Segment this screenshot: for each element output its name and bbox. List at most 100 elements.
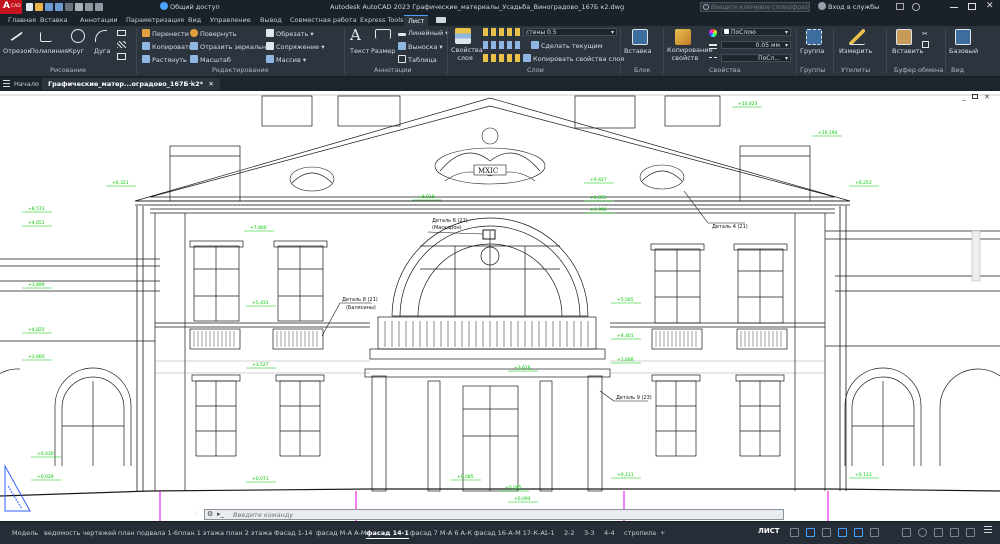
grid-icon[interactable]	[790, 528, 799, 537]
customize-menu-icon[interactable]	[984, 526, 992, 535]
share-button[interactable]: Общий доступ	[160, 2, 220, 12]
isolate-icon[interactable]	[934, 528, 943, 537]
layout-tab-8[interactable]: фасад 7 М-А 6 А-К	[410, 527, 472, 539]
ribbon-tab-6[interactable]: Вывод	[256, 15, 286, 26]
layout-tab-3[interactable]: план 1 этажа	[178, 527, 224, 539]
measure-icon[interactable]	[849, 29, 865, 45]
app-logo[interactable]: A CAD	[0, 0, 22, 14]
draw-panel-title[interactable]: Рисование	[50, 66, 86, 74]
group-label[interactable]: Группа	[800, 47, 824, 55]
command-input[interactable]	[233, 510, 773, 519]
clipboard-panel-title[interactable]: Буфер обмена	[894, 66, 943, 74]
match-layer-button[interactable]: Копировать свойства слоя	[523, 54, 624, 63]
redo-icon[interactable]	[95, 3, 103, 11]
polar-icon[interactable]	[838, 528, 847, 537]
help-icon[interactable]	[912, 3, 920, 11]
layer-properties-label[interactable]: Свойства слоя	[451, 46, 483, 62]
modify-panel-title[interactable]: Редактирование	[212, 66, 269, 74]
stretch-button[interactable]: Растянуть	[142, 55, 187, 64]
circle-tool-icon[interactable]	[71, 29, 85, 43]
polyline-tool-icon[interactable]	[40, 32, 52, 42]
leader-button[interactable]: Выноска ▾	[398, 42, 443, 51]
base-view-label[interactable]: Базовый	[949, 47, 978, 55]
layers-panel-title[interactable]: Слои	[527, 66, 544, 74]
layout-tab-0[interactable]: Модель	[12, 527, 38, 539]
signin-button[interactable]: Вход в службы	[818, 2, 879, 11]
arc-tool-label[interactable]: Дуга	[94, 47, 110, 55]
move-button[interactable]: Перенести	[142, 29, 189, 38]
groups-panel-title[interactable]: Группы	[800, 66, 826, 74]
text-tool-icon[interactable]: A	[350, 26, 361, 44]
drawing-canvas[interactable]: MXIC +10,823 +8,918 +10,194 +6,321 +9,427 +8,…	[0, 91, 1000, 521]
hatch-icon[interactable]	[117, 41, 126, 48]
ribbon-tab-9[interactable]: Лист	[404, 15, 429, 26]
viewport-restore-icon[interactable]	[971, 94, 978, 99]
base-view-icon[interactable]	[955, 29, 971, 45]
rotate-button[interactable]: Повернуть	[190, 29, 237, 38]
ribbon-tab-2[interactable]: Аннотации	[76, 15, 122, 26]
ribbon-tab-5[interactable]: Управление	[206, 15, 255, 26]
line-tool-label[interactable]: Отрезок	[3, 47, 31, 55]
save-icon[interactable]	[45, 3, 53, 11]
undo-icon[interactable]	[85, 3, 93, 11]
view-panel-title[interactable]: Вид	[951, 66, 964, 74]
current-layer-dropdown[interactable]: стены 0.5 ▾	[523, 28, 617, 36]
cart-icon[interactable]	[896, 3, 904, 10]
paste-icon[interactable]	[896, 29, 912, 45]
close-tab-icon[interactable]: ✕	[208, 80, 213, 88]
circle-tool-label[interactable]: Круг	[68, 47, 84, 55]
group-icon[interactable]	[806, 29, 822, 45]
new-file-icon[interactable]	[26, 3, 33, 11]
dimension-tool-icon[interactable]	[375, 29, 391, 39]
workspace-gear-icon[interactable]	[918, 528, 927, 537]
trim-button[interactable]: Обрезать ▾	[266, 29, 314, 38]
mirror-button[interactable]: Отразить зеркально	[190, 42, 270, 51]
paste-label[interactable]: Вставить	[892, 47, 923, 55]
text-tool-label[interactable]: Текст	[350, 47, 369, 55]
layout-tab-10[interactable]: 1-1	[544, 527, 555, 539]
ribbon-tab-4[interactable]: Вид	[184, 15, 205, 26]
lineweight-toggle-icon[interactable]	[870, 528, 879, 537]
command-settings-icon[interactable]: ⚙	[207, 510, 213, 518]
make-current-button[interactable]: Сделать текущим	[531, 41, 603, 50]
ribbon-tab-0[interactable]: Главная	[4, 15, 40, 26]
match-properties-icon[interactable]	[675, 29, 691, 45]
copy-button[interactable]: Копировать	[142, 42, 193, 51]
command-close-icon[interactable]: ✕	[193, 510, 199, 518]
gradient-icon[interactable]	[117, 53, 126, 60]
insert-block-label[interactable]: Вставка	[624, 47, 652, 55]
color-wheel-icon[interactable]	[709, 29, 717, 37]
layout-tab-2[interactable]: план подвала 1-6	[118, 527, 178, 539]
properties-panel-title[interactable]: Свойства	[709, 66, 741, 74]
model-space-toggle[interactable]: ЛИСТ	[758, 527, 780, 535]
match-properties-label[interactable]: Копирование свойств	[667, 46, 712, 62]
ribbon-tab-3[interactable]: Параметризация	[122, 15, 188, 26]
save-as-icon[interactable]	[55, 3, 63, 11]
ribbon-tab-8[interactable]: Express Tools	[356, 15, 407, 26]
linear-button[interactable]: Линейный ▾	[398, 29, 449, 37]
linetype-icon[interactable]	[709, 57, 717, 61]
layout-tab-4[interactable]: план 2 этажа	[226, 527, 272, 539]
cut-icon[interactable]: ✂	[922, 30, 928, 38]
copy-clip-icon[interactable]	[922, 41, 929, 48]
new-tab-button[interactable]: +	[182, 78, 202, 90]
measure-label[interactable]: Измерить	[839, 47, 872, 55]
block-panel-title[interactable]: Блок	[634, 66, 651, 74]
utilities-panel-title[interactable]: Утилиты	[841, 66, 870, 74]
annotation-panel-title[interactable]: Аннотации	[374, 66, 412, 74]
maximize-icon[interactable]	[968, 3, 976, 10]
search-input[interactable]	[711, 3, 809, 11]
ribbon-tab-1[interactable]: Вставка	[36, 15, 72, 26]
lineweight-dropdown[interactable]: 0.05 мм ▾	[721, 41, 791, 49]
print-icon[interactable]	[75, 3, 83, 11]
ribbon-tab-7[interactable]: Совместная работа	[286, 15, 361, 26]
layout-tab-9[interactable]: фасад 16-А-М 17-К-А	[474, 527, 545, 539]
viewport-close-icon[interactable]: ✕	[984, 93, 990, 101]
minimize-icon[interactable]	[950, 7, 958, 8]
layout-tab-15[interactable]: +	[660, 527, 665, 539]
array-button[interactable]: Массив ▾	[266, 55, 306, 64]
ribbon-expand-icon[interactable]	[436, 17, 446, 23]
dimension-tool-label[interactable]: Размер	[371, 47, 395, 55]
layout-tab-11[interactable]: 2-2	[564, 527, 575, 539]
layout-tab-5[interactable]: Фасад 1-14	[274, 527, 312, 539]
